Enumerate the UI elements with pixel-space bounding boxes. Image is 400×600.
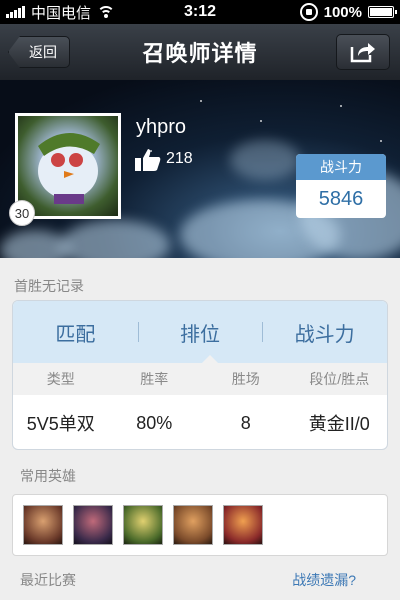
username: yhpro: [136, 116, 187, 138]
level-badge: 30: [9, 200, 35, 226]
header-type: 类型: [46, 371, 75, 387]
hero-3-icon[interactable]: [123, 505, 163, 545]
stats-tabs: 匹配 排位 战斗力: [13, 301, 387, 363]
wifi-icon: [97, 5, 116, 19]
hero-4-icon[interactable]: [173, 505, 213, 545]
cell-rank: 黄金II/0: [308, 414, 370, 434]
thumbs-up-icon[interactable]: [134, 147, 162, 173]
signal-icon: [6, 6, 25, 18]
header-wins: 胜场: [231, 371, 260, 387]
cell-wins: 8: [240, 412, 251, 433]
likes-count: 218: [166, 150, 193, 167]
stats-card: 匹配 排位 战斗力 类型 胜率 胜场 段位/胜点 5V5单双 80% 8 黄金I…: [12, 300, 388, 450]
cell-type: 5V5单双: [26, 414, 95, 434]
tab-normal[interactable]: 匹配: [13, 318, 138, 347]
hero-2-icon[interactable]: [73, 505, 113, 545]
tab-power[interactable]: 战斗力: [262, 318, 387, 347]
share-button[interactable]: [336, 34, 390, 70]
power-value: 5846: [318, 187, 364, 210]
frequent-heroes-card: [12, 494, 388, 556]
tab-ranked[interactable]: 排位: [137, 318, 263, 347]
rotation-lock-icon: [299, 3, 318, 21]
hero-1-icon[interactable]: [23, 505, 63, 545]
power-label: 战斗力: [296, 154, 386, 180]
battery-icon: [368, 6, 397, 18]
recent-matches-label: 最近比赛: [20, 572, 76, 588]
stats-header-row: 类型 胜率 胜场 段位/胜点: [13, 363, 387, 395]
frequent-heroes-label: 常用英雄: [20, 468, 76, 484]
status-bar: 中国电信 3:12 100%: [0, 0, 400, 24]
first-win-status: 首胜无记录: [14, 278, 84, 294]
navigation-bar: 返回 召唤师详情: [0, 24, 400, 80]
hero-5-icon[interactable]: [223, 505, 263, 545]
header-rank: 段位/胜点: [309, 371, 370, 387]
battery-percent: 100%: [323, 3, 362, 21]
stats-data-row: 5V5单双 80% 8 黄金II/0: [13, 395, 387, 449]
cell-win-rate: 80%: [136, 412, 173, 433]
page-title: 召唤师详情: [142, 41, 258, 66]
carrier-label: 中国电信: [31, 4, 92, 22]
missing-records-link[interactable]: 战绩遗漏?: [292, 570, 356, 590]
back-button[interactable]: 返回: [8, 36, 70, 68]
header-win-rate: 胜率: [140, 371, 169, 387]
share-icon: [350, 43, 375, 63]
power-score-box: 战斗力 5846: [296, 154, 386, 218]
avatar-art: [38, 132, 100, 204]
selected-tab-indicator: [202, 355, 218, 363]
